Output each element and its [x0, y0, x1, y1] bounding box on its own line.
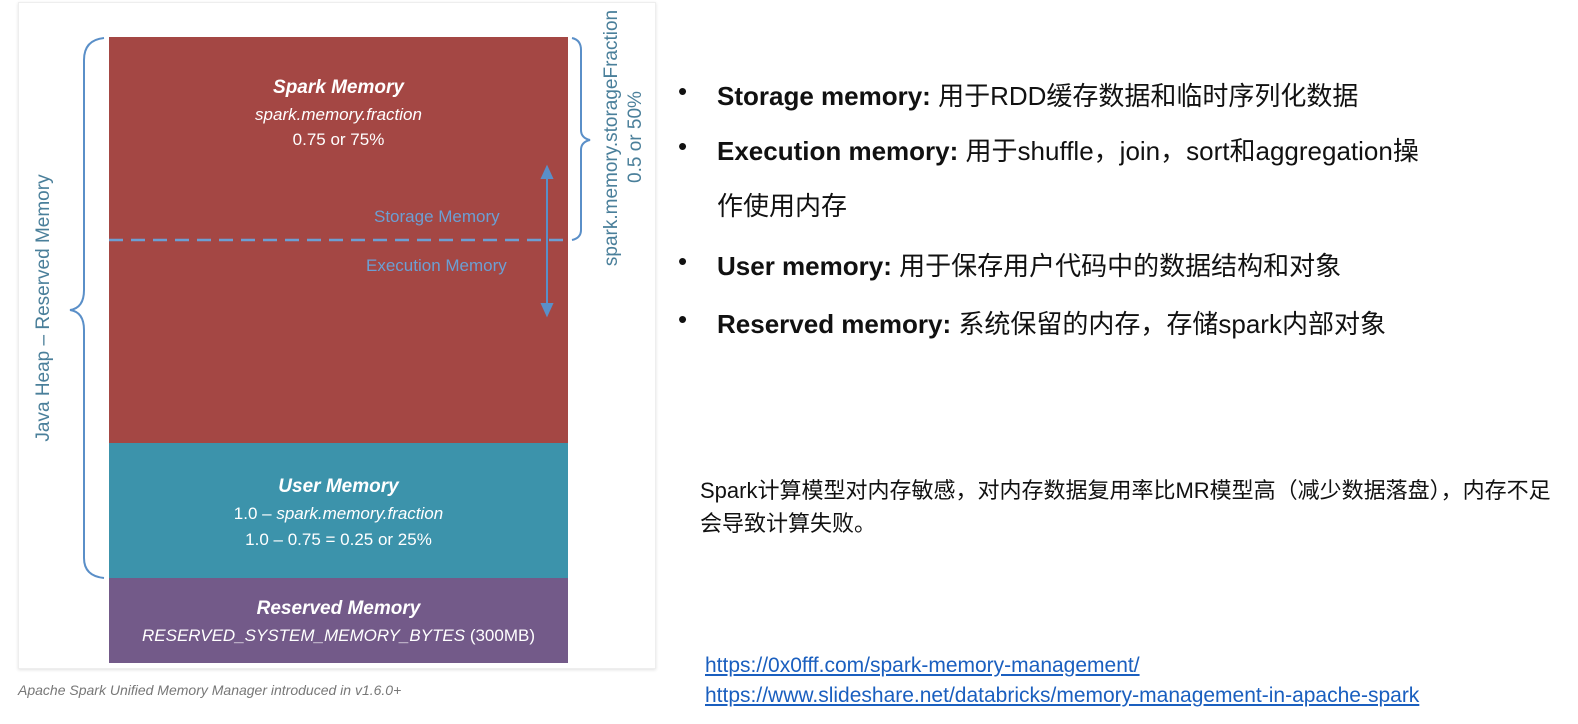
link-slideshare[interactable]: https://www.slideshare.net/databricks/me… — [705, 684, 1419, 708]
diagram-caption: Apache Spark Unified Memory Manager intr… — [18, 682, 402, 698]
diagram-annotations — [69, 37, 591, 579]
storage-fraction-label: spark.memory.storageFraction — [601, 9, 622, 267]
java-heap-label: Java Heap – Reserved Memory — [33, 174, 54, 442]
bullet-desc: 用于shuffle，join，sort和aggregation操 — [965, 136, 1419, 166]
left-brace — [69, 37, 105, 579]
storage-fraction-value: 0.5 or 50% — [625, 91, 646, 183]
right-brace — [571, 37, 591, 241]
bullet-term: Storage memory: — [717, 81, 931, 111]
bullet-desc: 用于保存用户代码中的数据结构和对象 — [899, 251, 1342, 281]
bullet-desc-cont: 作使用内存 — [717, 191, 848, 221]
note-paragraph: Spark计算模型对内存敏感，对内存数据复用率比MR模型高（减少数据落盘），内存… — [700, 478, 1551, 536]
bullet-desc: 用于RDD缓存数据和临时序列化数据 — [938, 81, 1359, 111]
bullet-term: Execution memory: — [717, 136, 959, 166]
bullet-desc: 系统保留的内存，存储spark内部对象 — [958, 309, 1386, 339]
link-0x0fff[interactable]: https://0x0fff.com/spark-memory-manageme… — [705, 654, 1140, 678]
bullet-term: User memory: — [717, 251, 892, 281]
bullet-term: Reserved memory: — [717, 309, 952, 339]
